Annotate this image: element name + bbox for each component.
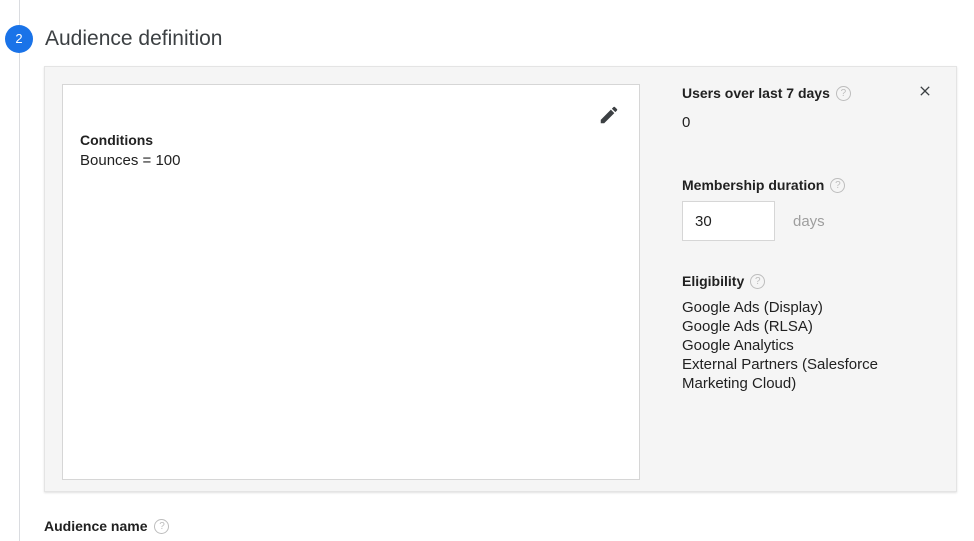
eligibility-list: Google Ads (Display) Google Ads (RLSA) G… [682,298,878,393]
audience-name-text: Audience name [44,518,148,534]
users-heading-label: Users over last 7 days [682,85,830,101]
users-over-last-7-days-value: 0 [682,114,691,131]
eligibility-block: Eligibility ? Google Ads (Display) Googl… [682,272,952,392]
conditions-heading: Conditions [80,132,154,148]
users-over-last-7-days-heading: Users over last 7 days ? [682,84,940,102]
eligibility-heading: Eligibility ? [682,272,952,290]
help-icon[interactable]: ? [835,85,851,101]
step-number-badge: 2 [5,25,33,53]
page-title: Audience definition [45,27,223,50]
stepper-rail [19,0,20,541]
conditions-panel: Conditions Bounces = 100 [62,84,640,480]
membership-duration-unit-label: days [793,212,825,230]
eligibility-label: Eligibility [682,273,745,289]
help-icon[interactable]: ? [154,518,170,534]
audience-definition-card: Conditions Bounces = 100 Users over last… [44,66,957,492]
help-icon[interactable]: ? [830,177,846,193]
list-item: Google Analytics [682,337,794,354]
list-item: Google Ads (Display) [682,299,823,316]
close-icon [917,83,933,103]
close-button[interactable] [912,80,938,106]
conditions-value: Bounces = 100 [80,152,181,169]
membership-duration-block: Membership duration ? days [682,176,940,241]
pencil-icon [598,104,620,126]
membership-duration-heading: Membership duration ? [682,176,940,194]
list-item: External Partners (Salesforce Marketing … [682,356,878,392]
membership-duration-row: days [682,201,825,241]
users-over-last-7-days-block: Users over last 7 days ? 0 [682,84,940,131]
list-item: Google Ads (RLSA) [682,318,813,335]
membership-duration-input[interactable] [682,201,775,241]
membership-duration-label: Membership duration [682,177,825,193]
audience-name-label: Audience name ? [44,517,170,535]
edit-conditions-button[interactable] [595,101,623,129]
help-icon[interactable]: ? [750,273,766,289]
